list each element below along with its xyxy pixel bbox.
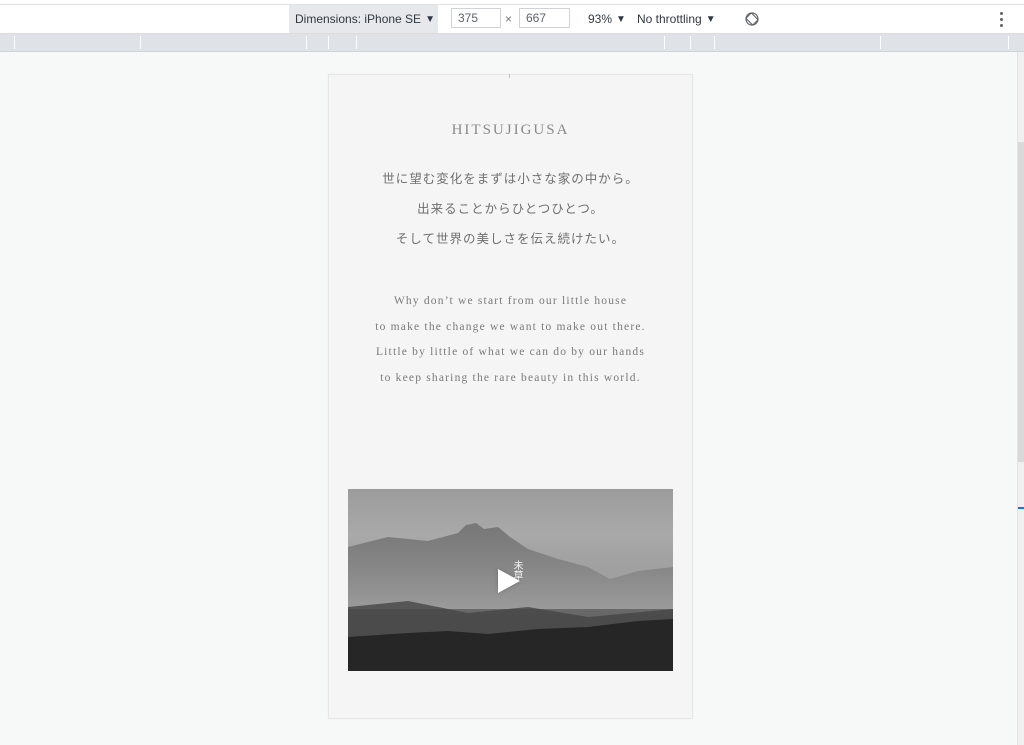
jp-line: そして世界の美しさを伝え続けたい。 (395, 231, 626, 246)
video-player[interactable]: 未草 (348, 489, 673, 671)
device-viewport: HITSUJIGUSA 世に望む変化をまずは小さな家の中から。 出来ることからひ… (328, 74, 693, 719)
dimensions-dropdown[interactable]: Dimensions: iPhone SE ▼ (289, 5, 438, 33)
chevron-down-icon: ▼ (705, 13, 716, 25)
chevron-down-icon: ▼ (425, 13, 435, 25)
jp-line: 出来ることからひとつひとつ。 (417, 201, 604, 216)
site-brand[interactable]: HITSUJIGUSA (329, 122, 692, 139)
english-tagline: Why don’t we start from our little house… (329, 291, 692, 394)
device-top-marker (509, 74, 510, 78)
times-sign: × (505, 12, 513, 26)
chevron-down-icon: ▼ (616, 13, 626, 25)
en-line: to make the change we want to make out t… (375, 320, 646, 333)
zoom-dropdown[interactable]: 93% ▼ (588, 5, 626, 33)
width-input[interactable]: 375 (451, 8, 501, 28)
en-line: Why don’t we start from our little house (393, 295, 628, 307)
japanese-tagline: 世に望む変化をまずは小さな家の中から。 出来ることからひとつひとつ。 そして世界… (329, 169, 692, 259)
throttling-dropdown[interactable]: No throttling ▼ (637, 5, 716, 33)
zoom-label: 93% (588, 12, 613, 26)
jp-line: 世に望む変化をまずは小さな家の中から。 (382, 171, 639, 186)
height-input[interactable]: 667 (519, 8, 570, 28)
en-line: Little by little of what we can do by ou… (375, 346, 646, 359)
throttling-label: No throttling (637, 12, 702, 26)
more-vert-icon[interactable] (996, 5, 1006, 33)
rotate-icon[interactable] (744, 5, 760, 33)
vertical-scrollbar[interactable] (1017, 52, 1024, 745)
dimensions-label: Dimensions: iPhone SE (295, 12, 422, 26)
video-title: 未草 (511, 560, 522, 580)
media-query-ruler[interactable] (0, 34, 1024, 52)
scroll-marker (1018, 507, 1024, 509)
en-line: to keep sharing the rare beauty in this … (380, 372, 641, 385)
scrollbar-thumb[interactable] (1018, 142, 1024, 462)
device-toolbar: Dimensions: iPhone SE ▼ 375 × 667 93% ▼ … (0, 5, 1024, 34)
